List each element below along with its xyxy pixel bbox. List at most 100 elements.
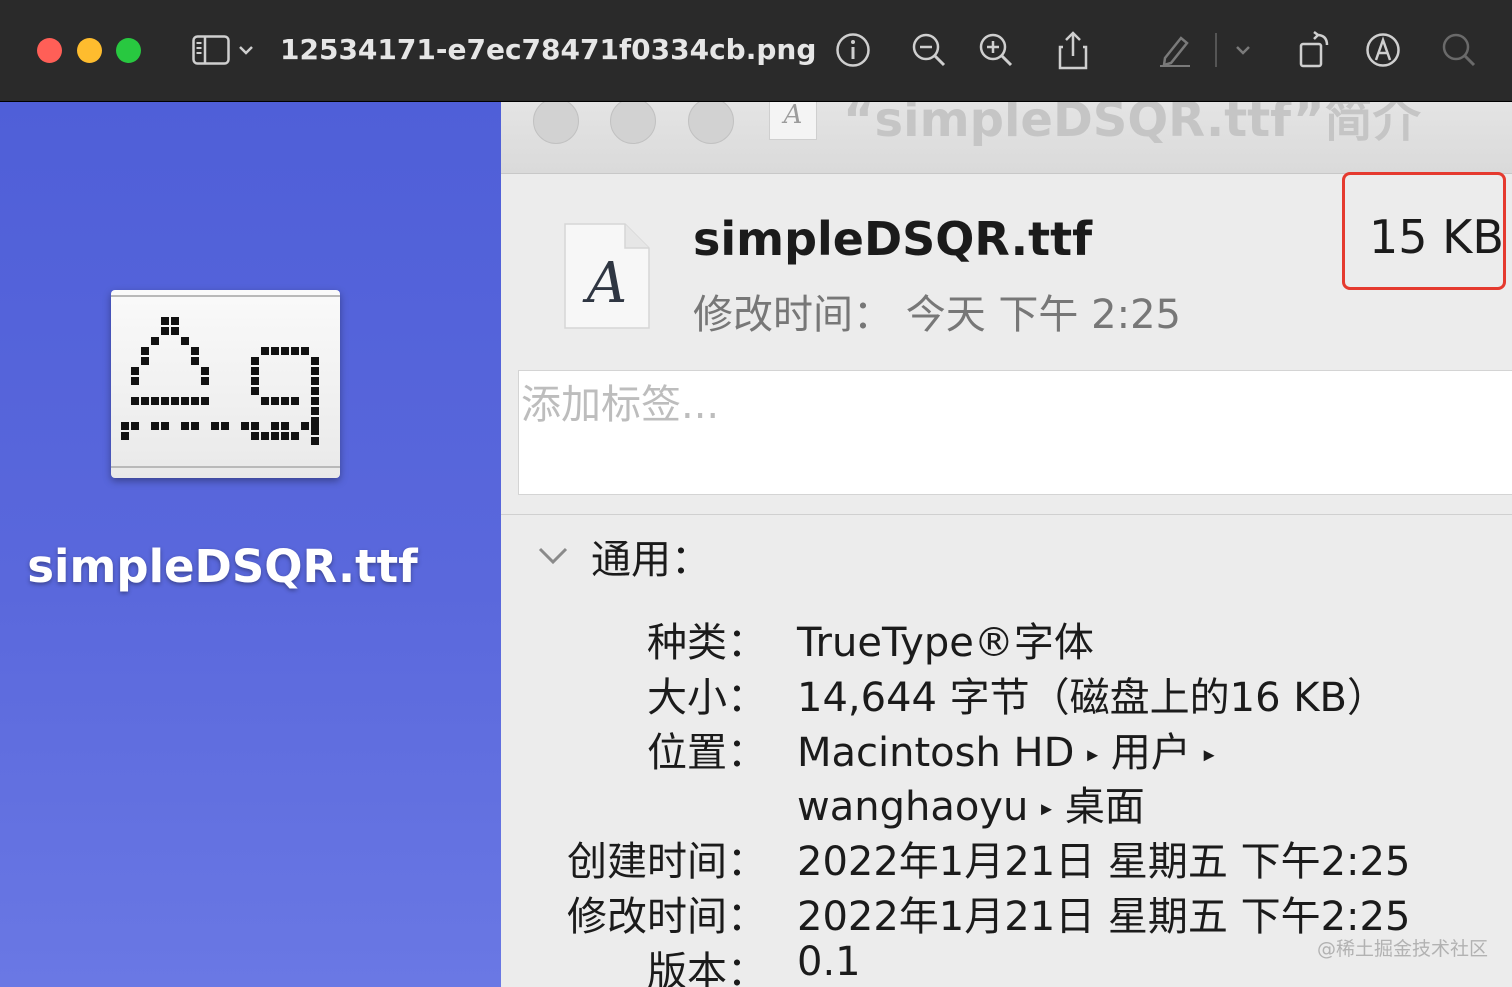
info-minimize-button[interactable] <box>610 102 656 144</box>
zoom-window-button[interactable] <box>116 38 141 63</box>
glyph-dot <box>131 367 139 375</box>
section-divider <box>501 514 1512 515</box>
annotate-icon[interactable] <box>1364 30 1402 70</box>
glyph-dot <box>291 397 299 405</box>
glyph-dot <box>201 377 209 385</box>
location-crumb-volume[interactable]: Macintosh HD <box>797 730 1074 776</box>
preview-titlebar: 12534171-e7ec78471f0334cb.png <box>0 0 1512 102</box>
glyph-dot <box>271 397 279 405</box>
glyph-dot <box>171 397 179 405</box>
rotate-icon[interactable] <box>1296 30 1334 70</box>
font-preview-thumbnail[interactable] <box>111 290 340 478</box>
glyph-dot <box>261 347 269 355</box>
image-canvas: simpleDSQR.ttf <box>0 102 501 987</box>
glyph-dot <box>271 432 279 440</box>
glyph-dot <box>141 357 149 365</box>
sidebar-toggle-icon[interactable] <box>190 30 232 70</box>
modified-row: 修改时间： 2022年1月21日 星期五 下午2:25 <box>501 884 1512 940</box>
glyph-dot <box>281 347 289 355</box>
tags-field-container[interactable] <box>518 370 1512 495</box>
glyph-dot <box>311 357 319 365</box>
toolbar-divider <box>1214 30 1218 70</box>
glyph-dot <box>121 432 129 440</box>
svg-text:A: A <box>582 251 627 316</box>
location-row-continued: wanghaoyu ▸ 桌面 <box>501 774 1512 830</box>
font-document-proxy-icon: A <box>769 102 817 140</box>
breadcrumb-arrow-icon: ▸ <box>1203 742 1215 768</box>
glyph-dot <box>311 397 319 405</box>
glyph-dot <box>301 347 309 355</box>
glyph-dot <box>261 397 269 405</box>
glyph-dot <box>131 397 139 405</box>
kind-label: 种类： <box>647 620 767 666</box>
info-zoom-button[interactable] <box>688 102 734 144</box>
glyph-dot <box>251 357 259 365</box>
glyph-dot <box>141 347 149 355</box>
glyph-dot <box>201 397 209 405</box>
chevron-down-icon[interactable] <box>236 30 256 70</box>
location-crumb-user[interactable]: wanghaoyu <box>797 784 1028 830</box>
glyph-dot <box>281 432 289 440</box>
glyph-dot <box>251 422 259 430</box>
document-title: 12534171-e7ec78471f0334cb.png <box>280 33 817 66</box>
markup-menu-chevron-icon[interactable] <box>1233 30 1253 70</box>
glyph-dot <box>251 367 259 375</box>
glyph-dot <box>151 337 159 345</box>
glyph-dot <box>281 397 289 405</box>
size-value: 14,644 字节（磁盘上的16 KB） <box>797 675 1387 721</box>
glyph-dot <box>181 337 189 345</box>
size-label: 大小： <box>647 675 767 721</box>
share-icon[interactable] <box>1055 30 1091 70</box>
glyph-dot <box>181 422 189 430</box>
info-icon[interactable] <box>834 30 872 70</box>
glyph-dot <box>301 422 309 430</box>
location-crumb-users[interactable]: 用户 <box>1111 730 1191 776</box>
glyph-dot <box>161 397 169 405</box>
glyph-dot <box>171 317 179 325</box>
created-value: 2022年1月21日 星期五 下午2:25 <box>797 839 1411 885</box>
watermark: @稀土掘金技术社区 <box>1316 938 1488 960</box>
kind-row: 种类： TrueType®字体 <box>501 610 1512 666</box>
glyph-dot <box>241 422 249 430</box>
glyph-dot <box>191 347 199 355</box>
general-section-toggle[interactable]: 通用： <box>537 530 711 583</box>
info-window-title: “simpleDSQR.ttf”简介 <box>843 102 1421 148</box>
info-close-button[interactable] <box>533 102 579 144</box>
close-window-button[interactable] <box>37 38 62 63</box>
glyph-dot <box>291 432 299 440</box>
glyph-dot <box>131 377 139 385</box>
glyph-dot <box>201 367 209 375</box>
minimize-window-button[interactable] <box>77 38 102 63</box>
location-row: 位置： Macintosh HD ▸ 用户 ▸ <box>501 720 1512 776</box>
breadcrumb-arrow-icon: ▸ <box>1087 742 1099 768</box>
glyph-dot <box>251 377 259 385</box>
glyph-dot <box>131 422 139 430</box>
breadcrumb-arrow-icon: ▸ <box>1041 796 1053 822</box>
glyph-dot <box>171 327 179 335</box>
created-label: 创建时间： <box>567 839 767 885</box>
location-crumb-desktop[interactable]: 桌面 <box>1065 784 1145 830</box>
tags-input[interactable] <box>519 375 1512 435</box>
glyph-dot <box>151 397 159 405</box>
markup-pen-icon[interactable] <box>1156 30 1194 70</box>
dot-matrix-glyph-icon <box>121 317 319 445</box>
font-file-icon: A <box>564 223 650 329</box>
general-section-title: 通用： <box>591 537 711 583</box>
search-icon[interactable] <box>1440 30 1478 70</box>
glyph-dot <box>181 397 189 405</box>
get-info-window: A “simpleDSQR.ttf”简介 A simpleDSQR.ttf 修改… <box>501 102 1512 987</box>
glyph-dot <box>311 367 319 375</box>
zoom-out-icon[interactable] <box>910 30 948 70</box>
zoom-in-icon[interactable] <box>977 30 1015 70</box>
glyph-dot <box>311 422 319 430</box>
glyph-dot <box>191 422 199 430</box>
glyph-dot <box>261 432 269 440</box>
size-row: 大小： 14,644 字节（磁盘上的16 KB） <box>501 665 1512 721</box>
glyph-dot <box>271 347 279 355</box>
glyph-dot <box>311 407 319 415</box>
file-name: simpleDSQR.ttf <box>693 212 1093 266</box>
glyph-dot <box>121 422 129 430</box>
disclosure-chevron-icon[interactable] <box>537 546 569 566</box>
info-window-titlebar: A “simpleDSQR.ttf”简介 <box>501 102 1512 174</box>
glyph-dot <box>281 422 289 430</box>
